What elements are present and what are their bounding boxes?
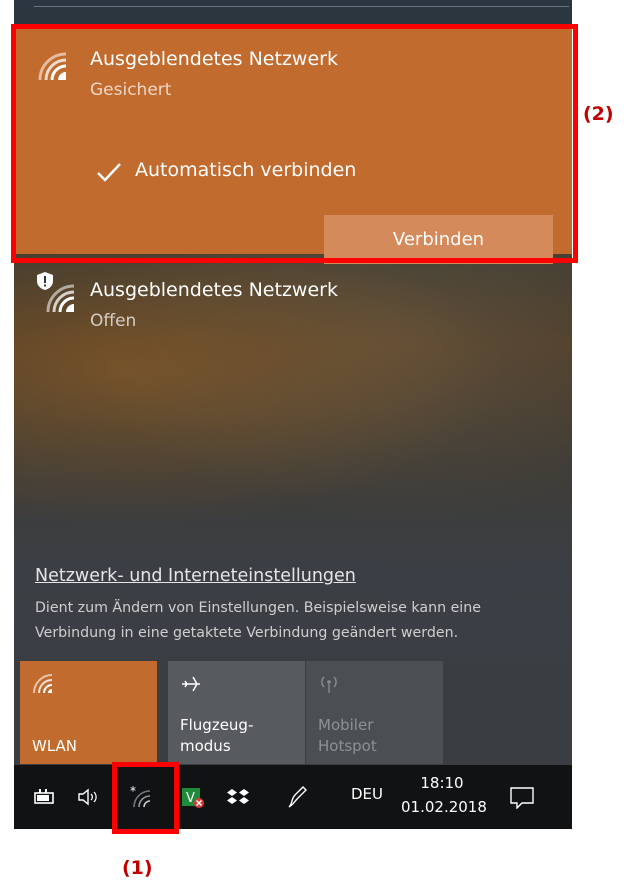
taskbar: * V DEU 18:10 01.02.2018 (14, 765, 572, 829)
hotspot-icon (321, 676, 337, 693)
wifi-unsecured-icon (46, 284, 75, 313)
battery-icon[interactable] (33, 785, 55, 809)
tile-label-line1: Mobiler (318, 716, 374, 734)
network-name: Ausgeblendetes Netzwerk (90, 279, 338, 301)
network-status: Offen (90, 311, 137, 331)
pen-icon[interactable] (285, 785, 309, 809)
tile-label: WLAN (32, 737, 78, 755)
app-tray-icon[interactable]: V (180, 785, 206, 809)
wlan-toggle-tile[interactable]: WLAN (20, 661, 157, 764)
language-indicator[interactable]: DEU (351, 785, 383, 803)
annotation-label-2: (2) (583, 103, 614, 125)
svg-text:V: V (186, 791, 195, 806)
volume-icon[interactable] (76, 785, 102, 809)
tile-label-line2: modus (180, 737, 231, 755)
airplane-icon (182, 676, 200, 692)
clock[interactable]: 18:10 01.02.2018 (401, 771, 487, 819)
mobile-hotspot-tile[interactable]: Mobiler Hotspot (306, 661, 443, 764)
clock-date: 01.02.2018 (401, 798, 487, 816)
dropbox-icon[interactable] (226, 785, 250, 809)
divider (34, 6, 569, 7)
clock-time: 18:10 (420, 774, 464, 792)
action-center-icon[interactable] (508, 785, 536, 809)
network-settings-description: Dient zum Ändern von Einstellungen. Beis… (35, 600, 481, 641)
annotation-box-1 (112, 762, 179, 834)
wifi-icon (33, 674, 53, 694)
network-settings-link[interactable]: Netzwerk- und Interneteinstellungen (35, 566, 356, 586)
airplane-mode-tile[interactable]: Flugzeug- modus (168, 661, 305, 764)
network-item[interactable]: Ausgeblendetes Netzwerk Offen (14, 262, 572, 342)
annotation-label-1: (1) (122, 857, 153, 879)
tile-label-line2: Hotspot (318, 737, 377, 755)
annotation-box-2 (11, 24, 578, 263)
tile-label-line1: Flugzeug- (180, 716, 254, 734)
